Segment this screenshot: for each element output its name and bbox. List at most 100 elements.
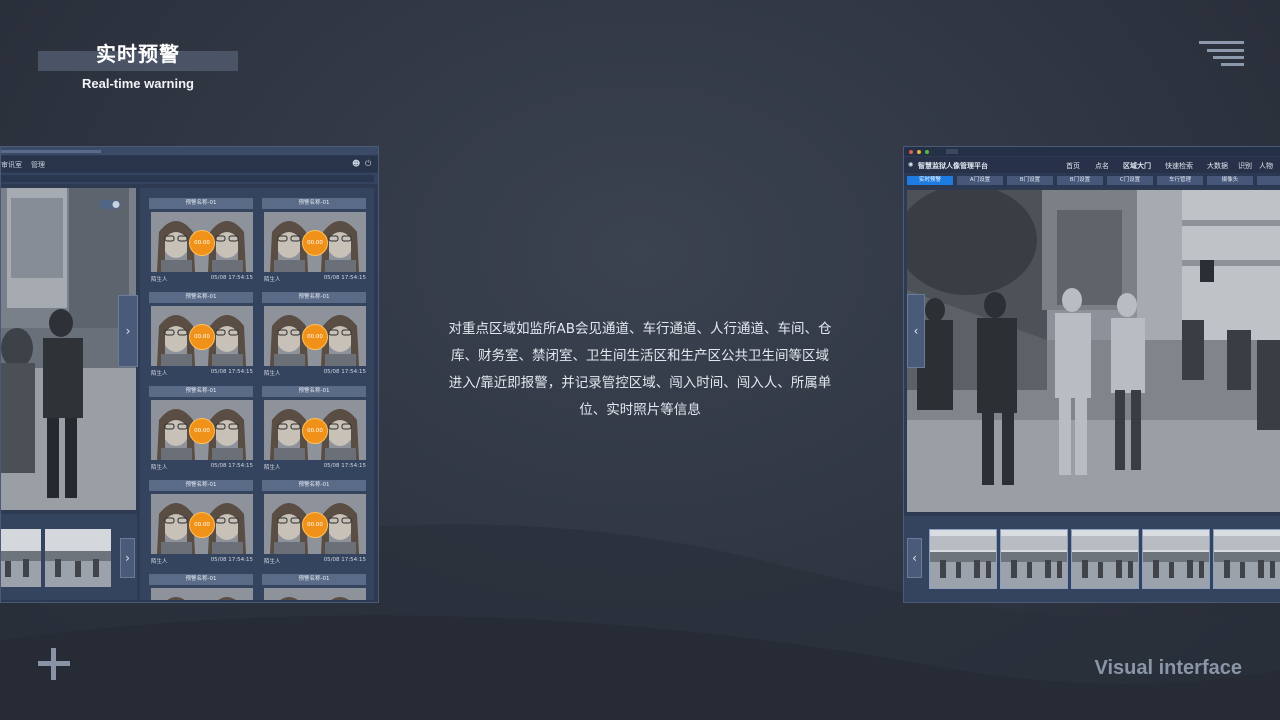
alert-card-title: 预警名称-01 bbox=[149, 386, 253, 397]
app-logo-icon: ◉ bbox=[908, 161, 914, 168]
section-label: Visual interface bbox=[1094, 657, 1242, 679]
menu-icon[interactable] bbox=[1199, 41, 1244, 66]
snapshot-thumbnail[interactable] bbox=[929, 529, 997, 589]
street-scene-image bbox=[907, 190, 1280, 512]
person-label: 陌生人 bbox=[151, 465, 168, 471]
alert-card[interactable]: 预警名称-01 00.00 陌生人 05/08 17:54:15 bbox=[262, 292, 366, 377]
alert-card-title: 预警名称-01 bbox=[262, 386, 366, 397]
alert-time: 05/08 17:54:15 bbox=[323, 369, 366, 375]
alert-card-title: 预警名称-01 bbox=[149, 480, 253, 491]
camera-prev-button[interactable]: ‹ bbox=[907, 294, 925, 368]
alert-card-title: 预警名称-01 bbox=[262, 480, 366, 491]
person-label: 陌生人 bbox=[151, 559, 168, 565]
snapshot-thumbnail[interactable] bbox=[1213, 529, 1280, 589]
right-tab-strip: 实时预警 A门设置 B门设置 B门设置 C门设置 车行管理 摄像头 bbox=[904, 174, 1280, 187]
alert-card[interactable]: 预警名称-01 00.00 陌生人 05/08 17:54:15 bbox=[149, 480, 253, 565]
page-subtitle: Real-time warning bbox=[82, 76, 194, 91]
alert-card-title: 预警名称-01 bbox=[262, 574, 366, 585]
alert-grid: 预警名称-01 00.00 陌生人 05/08 17:54:15 预警名称-01… bbox=[140, 188, 374, 600]
tab-realtime-warning[interactable]: 实时预警 bbox=[907, 176, 953, 185]
match-score-badge: 00.00 bbox=[302, 230, 328, 256]
person-label: 陌生人 bbox=[264, 277, 281, 283]
alert-card[interactable]: 预警名称-01 bbox=[149, 574, 253, 600]
snapshot-thumbnail[interactable] bbox=[1071, 529, 1139, 589]
alert-time: 05/08 17:54:15 bbox=[323, 557, 366, 563]
snapshot-thumbnail[interactable] bbox=[1, 529, 41, 587]
match-score-badge: 00.00 bbox=[189, 512, 215, 538]
person-label: 陌生人 bbox=[151, 371, 168, 377]
alert-card[interactable]: 预警名称-01 00.00 陌生人 05/08 17:54:15 bbox=[149, 386, 253, 471]
nav-item-quick-search[interactable]: 快速检索 bbox=[1165, 161, 1193, 171]
person-label: 陌生人 bbox=[264, 371, 281, 377]
alert-card[interactable]: 预警名称-01 bbox=[262, 574, 366, 600]
nav-item-person[interactable]: 人物 bbox=[1259, 161, 1273, 171]
add-icon[interactable] bbox=[38, 648, 70, 680]
face-photo bbox=[264, 588, 315, 600]
face-photo bbox=[151, 588, 202, 600]
alert-time: 05/08 17:54:15 bbox=[210, 557, 253, 563]
person-label: 陌生人 bbox=[264, 559, 281, 565]
left-tab-strip bbox=[1, 173, 378, 184]
nav-item-interrogation[interactable]: 审讯室 bbox=[1, 160, 22, 170]
alert-time: 05/08 17:54:15 bbox=[210, 275, 253, 281]
alert-card[interactable]: 预警名称-01 00.00 陌生人 05/08 17:54:15 bbox=[149, 198, 253, 283]
feature-description: 对重点区域如监所AB会见通道、车行通道、人行通道、车间、仓库、财务室、禁闭室、卫… bbox=[448, 321, 832, 418]
maximize-dot-icon[interactable] bbox=[925, 150, 929, 154]
alert-card[interactable]: 预警名称-01 00.00 陌生人 05/08 17:54:15 bbox=[262, 198, 366, 283]
alert-time: 05/08 17:54:15 bbox=[323, 463, 366, 469]
right-nav-bar: ◉ 智慧监狱人像管理平台 首页 点名 区域大门 快速检索 大数据 识别 人物 bbox=[904, 157, 1280, 173]
nav-item-manage[interactable]: 管理 bbox=[31, 160, 45, 170]
alert-card-title: 预警名称-01 bbox=[149, 198, 253, 209]
alert-card[interactable]: 预警名称-01 00.00 陌生人 05/08 17:54:15 bbox=[262, 480, 366, 565]
alert-time: 05/08 17:54:15 bbox=[210, 463, 253, 469]
tab-gate-c[interactable]: C门设置 bbox=[1107, 176, 1153, 185]
left-app-window: 审讯室 管理 ☻ ⏻ › 预警名称-01 00.00 陌生人 05/08 17:… bbox=[0, 146, 379, 603]
tab-more[interactable] bbox=[1257, 176, 1280, 185]
person-label: 陌生人 bbox=[151, 277, 168, 283]
close-dot-icon[interactable] bbox=[909, 150, 913, 154]
nav-item-recognition[interactable]: 识别 bbox=[1238, 161, 1252, 171]
tab-gate-b[interactable]: B门设置 bbox=[1007, 176, 1053, 185]
alert-card-title: 预警名称-01 bbox=[149, 292, 253, 303]
nav-item-big-data[interactable]: 大数据 bbox=[1207, 161, 1228, 171]
tab-gate-a[interactable]: A门设置 bbox=[957, 176, 1003, 185]
user-icon[interactable]: ☻ bbox=[352, 159, 360, 168]
snapshot-thumbnail[interactable] bbox=[45, 529, 111, 587]
nav-item-home[interactable]: 首页 bbox=[1066, 161, 1080, 171]
person-label: 陌生人 bbox=[264, 465, 281, 471]
street-scene-image bbox=[1, 188, 136, 510]
alert-card-title: 预警名称-01 bbox=[262, 292, 366, 303]
right-app-window: ◉ 智慧监狱人像管理平台 首页 点名 区域大门 快速检索 大数据 识别 人物 实… bbox=[903, 146, 1280, 603]
alert-card[interactable]: 预警名称-01 00.00 陌生人 05/08 17:54:15 bbox=[262, 386, 366, 471]
match-score-badge: 00.00 bbox=[189, 324, 215, 350]
face-photo bbox=[202, 588, 253, 600]
camera-next-button[interactable]: › bbox=[118, 295, 138, 367]
nav-item-rollcall[interactable]: 点名 bbox=[1095, 161, 1109, 171]
app-title: 智慧监狱人像管理平台 bbox=[918, 162, 988, 170]
minimize-dot-icon[interactable] bbox=[917, 150, 921, 154]
nav-item-area-gate[interactable]: 区域大门 bbox=[1123, 161, 1151, 171]
match-score-badge: 00.00 bbox=[189, 418, 215, 444]
thumbnails-next-button[interactable]: › bbox=[120, 538, 135, 578]
thumbnails-prev-button[interactable]: ‹ bbox=[907, 538, 922, 578]
page-title: 实时预警 bbox=[96, 42, 180, 66]
snapshot-strip: ‹ bbox=[904, 516, 1280, 602]
live-camera-view[interactable] bbox=[1, 188, 136, 510]
browser-nav-icon[interactable] bbox=[946, 149, 958, 154]
window-titlebar bbox=[904, 147, 1280, 156]
tab-camera[interactable]: 摄像头 bbox=[1207, 176, 1253, 185]
power-icon[interactable]: ⏻ bbox=[365, 159, 371, 169]
window-titlebar bbox=[1, 147, 378, 155]
snapshot-thumbnail[interactable] bbox=[1142, 529, 1210, 589]
snapshot-thumbnail[interactable] bbox=[1000, 529, 1068, 589]
live-camera-view[interactable] bbox=[907, 190, 1280, 512]
alert-card[interactable]: 预警名称-01 00.00 陌生人 05/08 17:54:15 bbox=[149, 292, 253, 377]
tab-gate-b-2[interactable]: B门设置 bbox=[1057, 176, 1103, 185]
alert-card-title: 预警名称-01 bbox=[262, 198, 366, 209]
match-score-badge: 00.00 bbox=[302, 512, 328, 538]
left-nav-bar: 审讯室 管理 ☻ ⏻ bbox=[1, 156, 378, 172]
tab-vehicle-manage[interactable]: 车行管理 bbox=[1157, 176, 1203, 185]
match-score-badge: 00.00 bbox=[189, 230, 215, 256]
snapshot-strip: › bbox=[1, 514, 137, 600]
match-score-badge: 00.00 bbox=[302, 418, 328, 444]
